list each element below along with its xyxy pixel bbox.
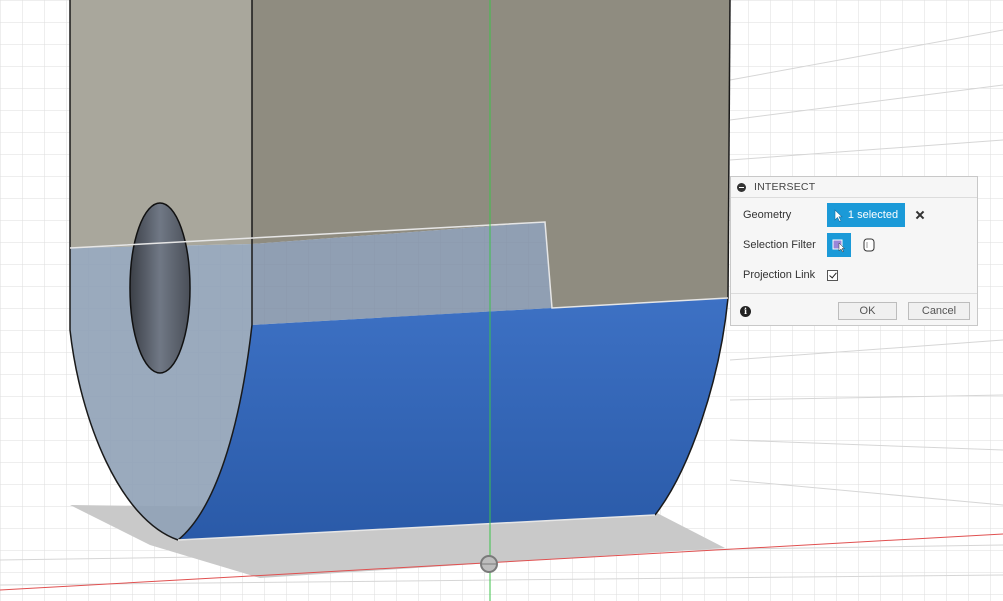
hole	[129, 202, 191, 374]
face-filter-icon	[832, 239, 846, 253]
selection-filter-row: Selection Filter	[743, 233, 881, 257]
body-filter-button[interactable]	[857, 233, 881, 257]
geometry-row: Geometry 1 selected	[743, 203, 926, 227]
canvas-viewport[interactable]: INTERSECT Geometry 1 selected Selection …	[0, 0, 1003, 601]
cancel-button[interactable]: Cancel	[908, 302, 970, 320]
projection-link-row: Projection Link	[743, 263, 838, 287]
body-filter-icon	[863, 238, 875, 252]
cursor-arrow-icon	[834, 208, 843, 222]
projection-link-checkbox[interactable]	[827, 269, 838, 281]
projection-link-label: Projection Link	[743, 269, 816, 281]
origin-icon[interactable]	[480, 555, 498, 573]
dialog-title: INTERSECT	[754, 181, 816, 193]
dialog-header[interactable]: INTERSECT	[731, 177, 977, 198]
geometry-select-button[interactable]: 1 selected	[827, 203, 905, 227]
ok-button[interactable]: OK	[838, 302, 897, 320]
intersect-dialog[interactable]: INTERSECT Geometry 1 selected Selection …	[730, 176, 978, 326]
selected-face[interactable]	[178, 298, 728, 540]
close-icon[interactable]	[914, 209, 926, 221]
info-icon[interactable]: i	[740, 306, 751, 317]
selection-filter-label: Selection Filter	[743, 239, 816, 251]
face-filter-button[interactable]	[827, 233, 851, 257]
dialog-footer: i OK Cancel	[731, 293, 977, 327]
collapse-icon[interactable]	[737, 182, 746, 192]
geometry-value: 1 selected	[847, 209, 899, 221]
geometry-label: Geometry	[743, 209, 792, 221]
